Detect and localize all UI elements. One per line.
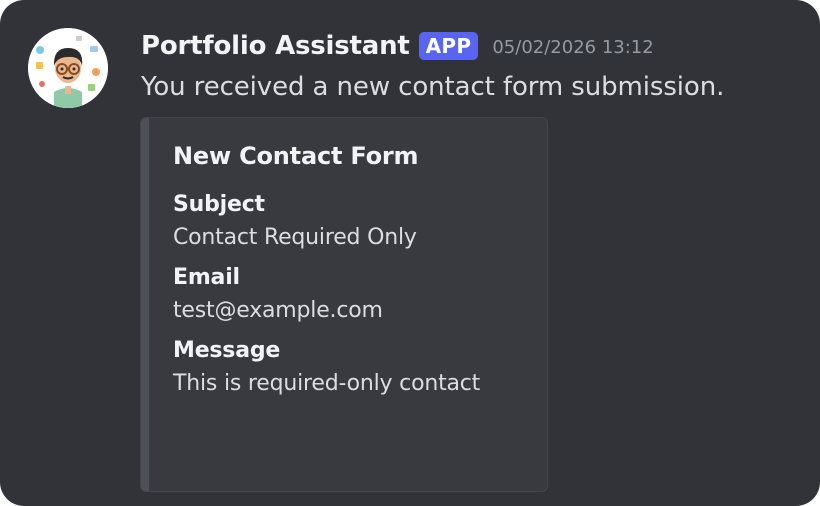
app-badge: APP <box>418 32 479 60</box>
message-header: Portfolio Assistant APP 05/02/2026 13:12 <box>141 28 654 64</box>
embed-field-email: Email test@example.com <box>173 265 531 323</box>
avatar[interactable] <box>28 28 108 108</box>
field-value: test@example.com <box>173 298 383 323</box>
field-name: Message <box>173 338 281 363</box>
embed-field-message: Message This is required-only contact <box>173 338 531 396</box>
embed-field-subject: Subject Contact Required Only <box>173 192 531 250</box>
embed-content: New Contact Form Subject Contact Require… <box>173 142 531 411</box>
timestamp[interactable]: 05/02/2026 13:12 <box>492 37 653 58</box>
field-value: Contact Required Only <box>173 225 417 250</box>
username[interactable]: Portfolio Assistant <box>141 31 410 61</box>
field-value: This is required-only contact <box>173 371 481 396</box>
embed-title: New Contact Form <box>173 142 419 170</box>
embed-accent-bar <box>141 118 149 491</box>
message-text: You received a new contact form submissi… <box>141 72 725 102</box>
cartoon-developer-avatar-icon <box>28 28 108 108</box>
embed-card: New Contact Form Subject Contact Require… <box>140 117 548 492</box>
field-name: Email <box>173 265 240 290</box>
chat-message-window: Portfolio Assistant APP 05/02/2026 13:12… <box>0 0 820 506</box>
field-name: Subject <box>173 192 265 217</box>
